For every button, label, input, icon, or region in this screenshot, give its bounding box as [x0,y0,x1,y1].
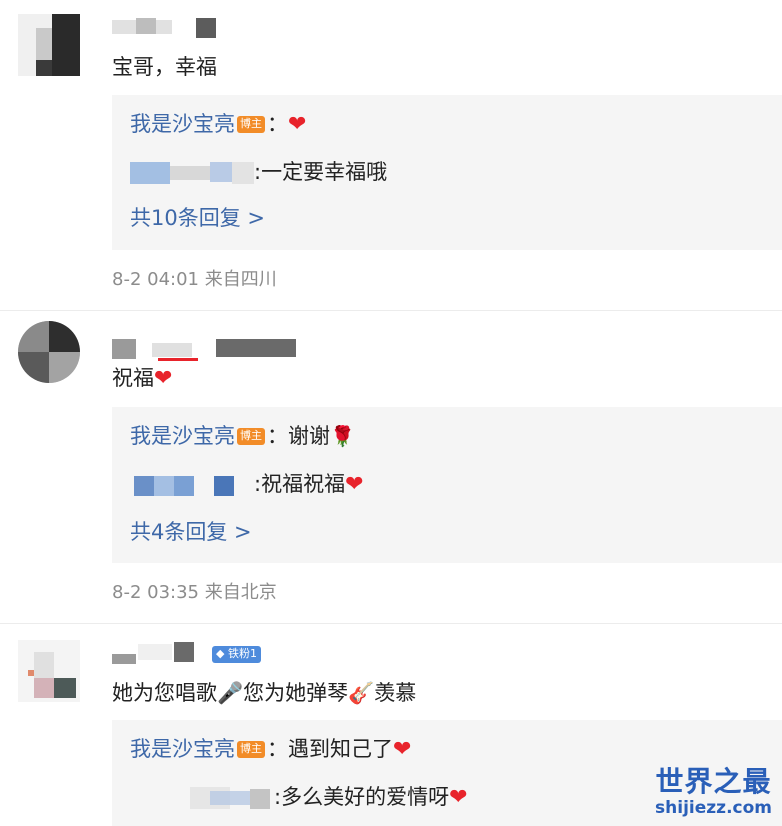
more-replies-link[interactable]: 共4条回复 > [130,517,252,547]
reply-author-blurred[interactable] [130,162,254,184]
watermark-logo: 世界之最 shijiezz.com [655,765,772,819]
blogger-badge: 博主 [237,428,265,445]
comment-text: 宝哥，幸福 [112,55,217,79]
diamond-icon: ◆ [216,647,225,660]
reply-line: 我是沙宝亮 博主 ：❤ [130,112,307,137]
reply-author[interactable]: 我是沙宝亮 [130,112,235,136]
blogger-badge: 博主 [237,116,265,133]
heart-icon: ❤ [345,472,364,497]
reply-line: 我是沙宝亮 博主 ：谢谢🌹 [130,424,355,448]
comment-text: 她为您唱歌🎤您为她弹琴🎸羡慕 [112,681,417,705]
reply-line: :一定要幸福哦 [130,157,387,187]
avatar[interactable] [18,321,80,383]
avatar[interactable] [18,640,80,702]
comment-item: 祝福❤ 我是沙宝亮 博主 ：谢谢🌹 :祝福祝福❤ 共4条回复 > 8-2 03:35… [0,311,782,623]
username-blurred[interactable] [112,337,302,361]
comment-text: 祝福❤ [112,366,173,391]
heart-icon: ❤ [393,737,412,762]
comment-item: 宝哥，幸福 我是沙宝亮 博主 ：❤ :一定要幸福哦 共10条回复 > 8-2 04:… [0,0,782,310]
reply-line: :多么美好的爱情呀❤ [130,782,468,813]
comment-meta: 8-2 04:01 来自四川 [112,269,277,290]
reply-author-blurred[interactable] [130,474,254,496]
more-replies-link[interactable]: 共10条回复 > [130,203,265,233]
heart-icon: ❤ [154,366,173,391]
rose-icon: 🌹 [330,424,355,448]
reply-line: :祝福祝福❤ [130,469,364,500]
comment-meta: 8-2 03:35 来自北京 [112,582,277,603]
heart-icon: ❤ [449,785,468,810]
fan-badge: ◆ 铁粉1 [212,646,261,663]
reply-author[interactable]: 我是沙宝亮 [130,737,235,761]
username-blurred[interactable] [112,14,222,38]
reply-box: 我是沙宝亮 博主 ：谢谢🌹 :祝福祝福❤ 共4条回复 > [112,407,782,563]
reply-author-blurred[interactable] [130,787,274,809]
reply-line: 我是沙宝亮 博主 ：遇到知己了❤ [130,737,412,762]
reply-author[interactable]: 我是沙宝亮 [130,424,235,448]
avatar[interactable] [18,14,80,76]
blogger-badge: 博主 [237,741,265,758]
heart-icon: ❤ [288,112,307,137]
reply-box: 我是沙宝亮 博主 ：❤ :一定要幸福哦 共10条回复 > [112,95,782,250]
